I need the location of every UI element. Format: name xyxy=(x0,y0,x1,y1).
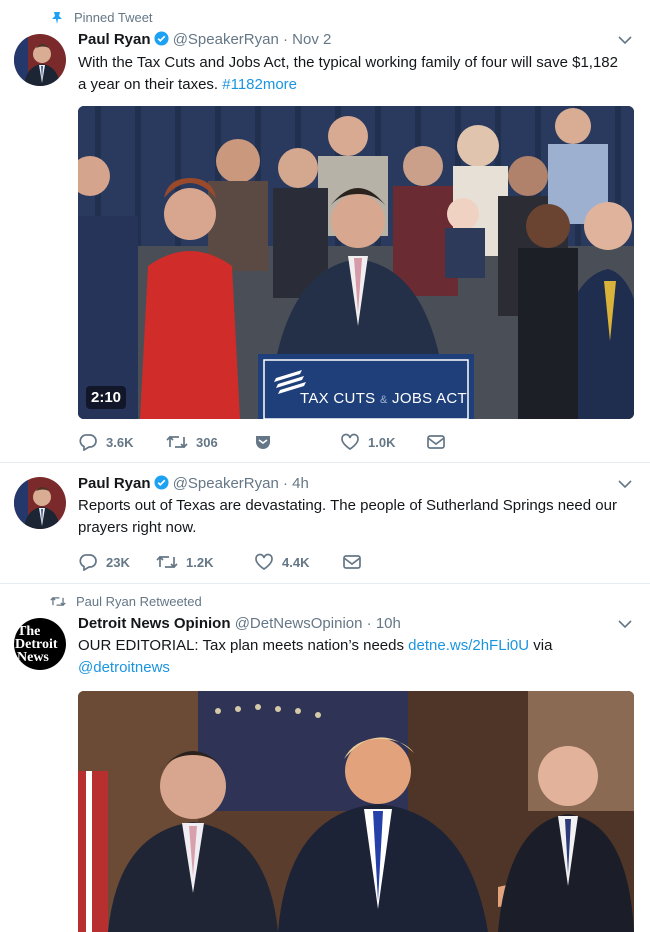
tweet-actions: 23K 1.2K 4.4K xyxy=(78,553,370,571)
avatar-logo-line-2: Detroit xyxy=(15,636,58,652)
pinned-context: Pinned Tweet xyxy=(50,10,153,25)
reply-count: 3.6K xyxy=(106,434,134,450)
retweet-icon xyxy=(50,596,66,607)
tweet-text: OUR EDITORIAL: Tax plan meets nation’s n… xyxy=(78,635,618,679)
video-player[interactable]: TAX CUTS & JOBS ACT 2:10 xyxy=(78,106,634,419)
mention-link[interactable]: @detroitnews xyxy=(78,659,170,676)
like-button[interactable]: 1.0K xyxy=(340,433,426,451)
retweet-button[interactable]: 306 xyxy=(166,433,254,451)
author-name[interactable]: Paul Ryan xyxy=(78,475,151,492)
author-name[interactable]: Detroit News Opinion xyxy=(78,615,231,632)
tweet-header: Detroit News Opinion @DetNewsOpinion · 1… xyxy=(78,615,401,632)
avatar-logo-line-1: The xyxy=(17,623,41,639)
separator-dot: · xyxy=(283,475,288,492)
verified-badge-icon xyxy=(154,31,169,46)
direct-message-button[interactable] xyxy=(426,434,454,450)
pinned-label: Pinned Tweet xyxy=(74,10,153,25)
tweet-text-body: With the Tax Cuts and Jobs Act, the typi… xyxy=(78,54,618,93)
tweet-timestamp[interactable]: 10h xyxy=(376,615,401,632)
tweet-timestamp[interactable]: Nov 2 xyxy=(292,31,331,48)
heart-icon xyxy=(341,433,359,451)
chevron-down-icon[interactable] xyxy=(618,35,632,45)
video-thumbnail xyxy=(78,106,634,419)
video-duration-badge: 2:10 xyxy=(86,386,127,409)
separator-dot: · xyxy=(366,615,372,632)
tweet[interactable]: Paul Ryan @SpeakerRyan · 4h Reports out … xyxy=(0,463,650,584)
avatar-logo-line-3: News xyxy=(17,649,49,665)
article-photo xyxy=(78,691,634,932)
author-name[interactable]: Paul Ryan xyxy=(78,31,151,48)
tweet-actions: 3.6K 306 1.0K xyxy=(78,433,454,451)
reply-button[interactable]: 23K xyxy=(78,553,156,571)
chevron-down-icon[interactable] xyxy=(618,619,632,629)
like-button[interactable]: 4.4K xyxy=(254,553,342,571)
retweet-count: 306 xyxy=(196,434,218,450)
pinned-stats-button[interactable] xyxy=(254,434,340,450)
retweet-count: 1.2K xyxy=(186,554,214,570)
separator-dot: · xyxy=(283,31,288,48)
reply-button[interactable]: 3.6K xyxy=(78,433,166,451)
podium-text-amp: & xyxy=(379,394,388,406)
reply-count: 23K xyxy=(106,554,130,570)
tweet-retweeted[interactable]: Paul Ryan Retweeted The Detroit News Det… xyxy=(0,584,650,932)
avatar[interactable] xyxy=(14,34,66,86)
author-handle[interactable]: @DetNewsOpinion xyxy=(235,615,363,632)
chevron-down-icon[interactable] xyxy=(618,479,632,489)
like-count: 4.4K xyxy=(282,554,310,570)
heart-icon xyxy=(255,553,273,571)
retweet-icon xyxy=(166,435,188,449)
tweet-text: Reports out of Texas are devastating. Th… xyxy=(78,497,617,536)
retweet-context-label: Paul Ryan Retweeted xyxy=(76,594,202,609)
podium-text-right: JOBS ACT xyxy=(392,390,467,407)
podium-sign: TAX CUTS & JOBS ACT xyxy=(300,390,467,407)
retweet-context: Paul Ryan Retweeted xyxy=(50,594,202,609)
link-card-image[interactable] xyxy=(78,691,634,932)
like-count: 1.0K xyxy=(368,434,396,450)
tweet-header: Paul Ryan @SpeakerRyan · Nov 2 xyxy=(78,31,331,48)
reply-icon xyxy=(79,554,97,571)
retweet-icon xyxy=(156,555,178,569)
tweet-timestamp[interactable]: 4h xyxy=(292,475,309,492)
podium-text-left: TAX CUTS xyxy=(300,390,376,407)
author-handle[interactable]: @SpeakerRyan xyxy=(173,31,279,48)
avatar[interactable]: The Detroit News xyxy=(14,618,66,670)
envelope-icon xyxy=(343,555,361,569)
url-link[interactable]: detne.ws/2hFLi0U xyxy=(408,637,529,654)
tweet-pinned[interactable]: Pinned Tweet Paul Ryan @SpeakerRyan · No… xyxy=(0,0,650,463)
pin-icon xyxy=(52,11,62,24)
avatar[interactable] xyxy=(14,477,66,529)
chevron-badge-icon xyxy=(256,436,270,449)
envelope-icon xyxy=(427,435,445,449)
avatar-logo-text: The Detroit News xyxy=(15,623,66,665)
via-text: via xyxy=(533,637,553,654)
author-handle[interactable]: @SpeakerRyan xyxy=(173,475,279,492)
direct-message-button[interactable] xyxy=(342,554,370,570)
retweet-button[interactable]: 1.2K xyxy=(156,553,254,571)
tweet-text-body: OUR EDITORIAL: Tax plan meets nation’s n… xyxy=(78,637,404,654)
tweet-header: Paul Ryan @SpeakerRyan · 4h xyxy=(78,475,309,492)
tweet-text: With the Tax Cuts and Jobs Act, the typi… xyxy=(78,52,618,96)
reply-icon xyxy=(79,434,97,451)
hashtag-link[interactable]: #1182more xyxy=(222,76,297,93)
verified-badge-icon xyxy=(154,475,169,490)
